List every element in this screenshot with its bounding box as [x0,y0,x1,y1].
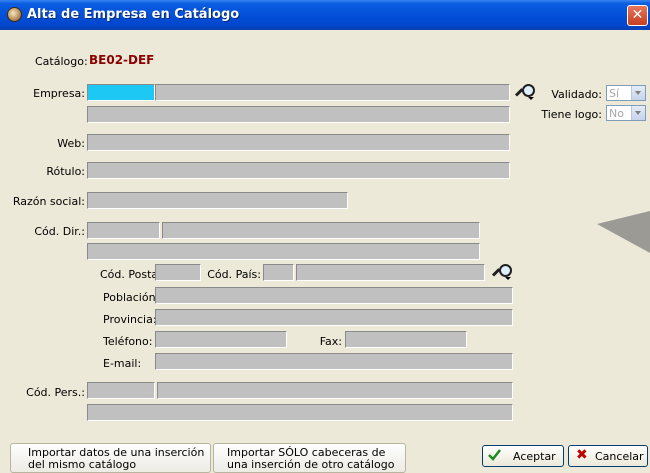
x-icon: ✖ [576,447,588,463]
cod-pers-label: Cód. Pers.: [26,386,85,399]
close-button[interactable]: ✕ [627,5,648,26]
chevron-down-icon [631,86,645,100]
razon-social-input[interactable] [87,192,348,209]
aceptar-label: Aceptar [513,450,556,463]
provincia-label: Provincia: [103,313,157,326]
razon-social-label: Razón social: [12,195,85,208]
empresa-label: Empresa: [33,87,85,100]
tiene-logo-select[interactable]: No [606,105,646,121]
web-label: Web: [57,137,85,150]
cod-postal-input[interactable] [155,264,201,281]
tiene-logo-value: No [609,107,624,120]
cod-pers-line2-input[interactable] [87,404,513,421]
rotulo-label: Rótulo: [46,165,85,178]
chevron-down-icon [631,106,645,120]
cod-pers-code-input[interactable] [87,382,155,399]
importar-mismo-line2: del mismo catálogo [28,458,137,471]
cod-dir-line2-input[interactable] [87,243,480,260]
cod-pais-label: Cód. País: [207,268,261,281]
cancelar-button[interactable]: ✖ Cancelar [568,445,648,467]
catalogo-label: Catálogo: [35,55,88,68]
aceptar-button[interactable]: Aceptar [482,445,564,467]
cod-dir-label: Cód. Dir.: [34,225,85,238]
email-input[interactable] [155,353,513,370]
cod-pais-desc-input[interactable] [296,264,485,281]
validado-label: Validado: [551,88,602,101]
cancelar-label: Cancelar [595,450,644,463]
poblacion-input[interactable] [155,287,513,304]
telefono-label: Teléfono: [103,335,153,348]
importar-otro-line2: una inserción de otro catálogo [227,458,395,471]
empresa-code-input[interactable] [87,84,155,101]
fax-label: Fax: [319,335,342,348]
app-icon [7,7,22,22]
web-input[interactable] [87,134,510,151]
importar-mismo-catalogo-button[interactable]: Importar datos de una inserción del mism… [10,443,211,473]
provincia-input[interactable] [155,309,513,326]
poblacion-label: Población: [103,291,160,304]
rotulo-input[interactable] [87,162,510,179]
email-label: E-mail: [103,357,142,370]
decorative-triangle [597,211,650,253]
dialog-window: Alta de Empresa en Catálogo ✕ Catálogo: … [0,0,650,473]
cod-pais-code-input[interactable] [263,264,294,281]
validado-select[interactable]: Sí [606,85,646,101]
cod-pers-desc-input[interactable] [157,382,513,399]
tiene-logo-label: Tiene logo: [541,108,602,121]
cod-dir-code-input[interactable] [87,222,160,239]
window-title: Alta de Empresa en Catálogo [27,7,240,22]
telefono-input[interactable] [155,331,287,348]
catalogo-value: BE02-DEF [89,53,155,67]
fax-input[interactable] [345,331,467,348]
empresa-search-button[interactable] [513,82,535,102]
cod-postal-label: Cód. Postal: [100,268,165,281]
empresa-name2-input[interactable] [87,106,510,123]
checkmark-icon [488,449,501,461]
title-bar[interactable]: Alta de Empresa en Catálogo ✕ [0,0,650,30]
empresa-name-input[interactable] [155,84,510,101]
validado-value: Sí [609,87,620,100]
pais-search-button[interactable] [490,262,512,282]
cod-dir-desc-input[interactable] [162,222,480,239]
importar-otro-catalogo-button[interactable]: Importar SÓLO cabeceras de una inserción… [213,443,406,473]
